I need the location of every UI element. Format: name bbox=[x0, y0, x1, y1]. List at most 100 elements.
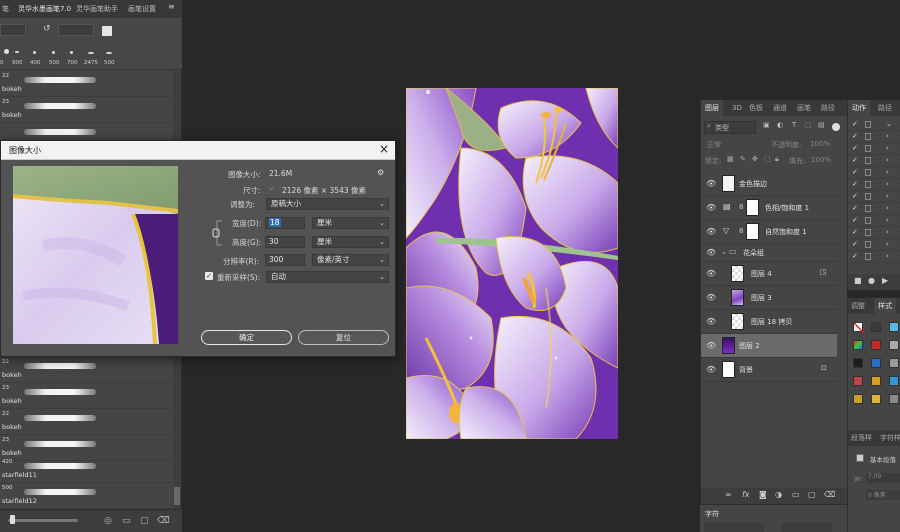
reset-icon[interactable]: ↺ bbox=[43, 24, 51, 34]
tab-3d[interactable]: 3D bbox=[732, 100, 742, 116]
layer-row[interactable]: 👁︎ 图层 18 拷贝 bbox=[701, 310, 837, 334]
tab-channels[interactable]: 通道 bbox=[773, 100, 787, 116]
action-row[interactable]: ✓ › bbox=[848, 227, 900, 239]
check-icon[interactable]: ✓ bbox=[852, 252, 858, 260]
layer-mask-thumbnail[interactable] bbox=[746, 199, 759, 216]
lock-brush-icon[interactable]: ✎ bbox=[740, 155, 746, 163]
style-swatch[interactable] bbox=[853, 340, 863, 350]
action-row[interactable]: ✓ › bbox=[848, 155, 900, 167]
tab-brushes[interactable]: 画笔 bbox=[797, 100, 811, 116]
style-swatch[interactable] bbox=[889, 394, 899, 404]
font-family-select[interactable] bbox=[704, 523, 764, 532]
document-canvas[interactable] bbox=[406, 88, 618, 439]
style-swatch[interactable] bbox=[871, 340, 881, 350]
action-row[interactable]: ✓ › bbox=[848, 167, 900, 179]
chevron-right-icon[interactable]: › bbox=[886, 132, 889, 140]
show-strokes-icon[interactable]: ◎ bbox=[104, 516, 112, 526]
tab-actions[interactable]: 动作 bbox=[848, 100, 870, 116]
size-field[interactable]: 0 像素 bbox=[866, 490, 900, 500]
filter-shape-icon[interactable]: ⬚ bbox=[805, 121, 812, 129]
chevron-right-icon[interactable]: › bbox=[886, 156, 889, 164]
resolution-input[interactable]: 300 bbox=[265, 254, 305, 266]
layer-group-row[interactable]: 👁︎ ⌄ ▭ 花朵组 bbox=[701, 244, 837, 262]
style-swatch[interactable] bbox=[871, 376, 881, 386]
preset-dot[interactable] bbox=[70, 51, 73, 54]
preset-dot[interactable] bbox=[4, 49, 9, 54]
scrollbar-thumb[interactable] bbox=[174, 487, 180, 505]
brush-item[interactable]: 22 bokeh bbox=[0, 409, 172, 435]
tab-layers[interactable]: 图层 bbox=[701, 100, 723, 116]
check-icon[interactable]: ✓ bbox=[852, 240, 858, 248]
tab-paths[interactable]: 路径 bbox=[878, 100, 892, 116]
fill-value[interactable]: 100% bbox=[811, 156, 831, 164]
layer-row[interactable]: 👁︎ 图层 4 ◳ bbox=[701, 262, 837, 286]
check-icon[interactable]: ✓ bbox=[852, 120, 858, 128]
basic-paragraph-label[interactable]: 基本段落 bbox=[870, 454, 896, 464]
action-row[interactable]: ✓ › bbox=[848, 191, 900, 203]
gear-icon[interactable]: ⚙ bbox=[377, 168, 384, 177]
trash-icon[interactable]: ⌫ bbox=[157, 516, 170, 526]
style-swatch[interactable] bbox=[889, 340, 899, 350]
chevron-down-icon[interactable]: ⌄ bbox=[886, 120, 892, 128]
layer-row[interactable]: 👁︎ ▤ 8 色相/饱和度 1 bbox=[701, 196, 837, 220]
width-input[interactable]: 18 bbox=[265, 217, 305, 229]
resample-select[interactable]: 自动 ⌄ bbox=[266, 271, 389, 283]
preset-dot[interactable] bbox=[15, 51, 19, 53]
character-panel-title[interactable]: 字符 bbox=[705, 509, 719, 519]
opacity-value[interactable]: 100% bbox=[810, 140, 830, 148]
check-icon[interactable]: ✓ bbox=[852, 228, 858, 236]
action-row[interactable]: ✓ › bbox=[848, 215, 900, 227]
layer-filter-select[interactable]: ⌕ 类型 bbox=[704, 121, 756, 134]
trash-icon[interactable]: ⌫ bbox=[824, 490, 835, 499]
tab-brush-settings[interactable]: 画笔设置 bbox=[128, 0, 156, 18]
eye-icon[interactable]: 👁︎ bbox=[706, 293, 716, 302]
layer-row[interactable]: 👁︎ 背景 ⊡ bbox=[701, 358, 837, 382]
style-swatch[interactable] bbox=[871, 322, 881, 332]
chevron-right-icon[interactable]: › bbox=[886, 216, 889, 224]
layer-row[interactable]: 👁︎ 图层 3 bbox=[701, 286, 837, 310]
panel-menu-icon[interactable]: ≡ bbox=[168, 2, 175, 11]
dialog-toggle[interactable] bbox=[865, 229, 871, 236]
style-swatch[interactable] bbox=[853, 376, 863, 386]
action-row[interactable]: ✓ › bbox=[848, 203, 900, 215]
brush-size-field[interactable] bbox=[0, 24, 26, 36]
eye-icon[interactable]: 👁︎ bbox=[706, 341, 716, 350]
preset-dot[interactable] bbox=[33, 51, 36, 54]
style-swatch-none[interactable] bbox=[853, 322, 865, 334]
dialog-toggle[interactable] bbox=[865, 181, 871, 188]
width-unit-select[interactable]: 厘米 ⌄ bbox=[312, 217, 389, 229]
blend-mode[interactable]: 正常 bbox=[707, 140, 721, 150]
dialog-toggle[interactable] bbox=[865, 205, 871, 212]
filter-smart-icon[interactable]: ▤ bbox=[818, 121, 825, 129]
layer-mask-thumbnail[interactable] bbox=[746, 223, 759, 240]
action-row[interactable]: ✓ › bbox=[848, 179, 900, 191]
link-layers-icon[interactable]: ∞ bbox=[725, 490, 732, 499]
style-swatch[interactable] bbox=[871, 358, 881, 368]
filter-pixel-icon[interactable]: ▣ bbox=[763, 121, 770, 129]
fx-icon[interactable]: fx bbox=[742, 490, 750, 499]
lock-icon[interactable]: 🔒︎ bbox=[775, 155, 779, 164]
layer-row[interactable]: 👁︎ 金色描边 bbox=[701, 172, 837, 196]
check-icon[interactable]: ✓ bbox=[852, 204, 858, 212]
check-icon[interactable]: ✓ bbox=[852, 180, 858, 188]
dialog-toggle[interactable] bbox=[865, 121, 871, 128]
chevron-down-icon[interactable]: ⌵ bbox=[269, 184, 274, 193]
layer-row[interactable]: 👁︎ ▽ 8 自然饱和度 1 bbox=[701, 220, 837, 244]
new-layer-icon[interactable]: ▢ bbox=[808, 490, 816, 499]
chevron-right-icon[interactable]: › bbox=[886, 144, 889, 152]
brush-size-slider[interactable] bbox=[8, 519, 78, 522]
chevron-right-icon[interactable]: › bbox=[886, 192, 889, 200]
brush-item[interactable]: 23 bokeh bbox=[0, 383, 172, 409]
action-row[interactable]: ✓ › bbox=[848, 251, 900, 263]
brush-angle-field[interactable] bbox=[58, 24, 94, 36]
brush-item[interactable]: 22 bokeh bbox=[0, 357, 172, 383]
eye-icon[interactable]: 👁︎ bbox=[706, 227, 716, 236]
dialog-toggle[interactable] bbox=[865, 253, 871, 260]
chevron-down-icon[interactable]: ⌄ bbox=[721, 248, 727, 256]
record-icon[interactable]: ● bbox=[868, 276, 875, 285]
check-icon[interactable]: ✓ bbox=[852, 132, 858, 140]
filter-adjust-icon[interactable]: ◐ bbox=[777, 121, 783, 129]
new-group-icon[interactable]: ▭ bbox=[792, 490, 800, 499]
filter-text-icon[interactable]: T bbox=[792, 121, 796, 129]
brush-item[interactable]: 23 bokeh bbox=[0, 97, 172, 123]
